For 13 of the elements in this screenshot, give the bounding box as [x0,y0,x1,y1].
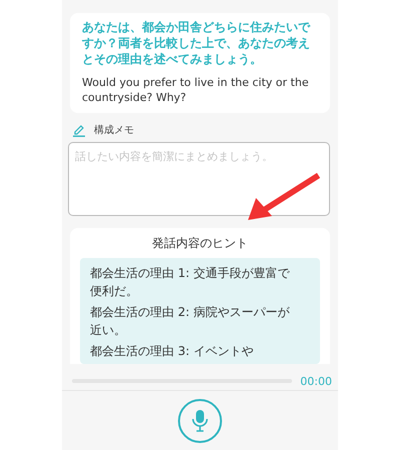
hint-item: 都会生活の理由 2: 病院やスーパーが近い。 [90,304,290,339]
memo-label: 構成メモ [94,124,134,137]
question-japanese: あなたは、都会か田舎どちらに住みたいですか？両者を比較した上で、あなたの考えとその理由を述べてみましょう。 [82,19,312,67]
hint-item: 都会生活の理由 1: 交通手段が豊富で便利だ。 [90,265,291,300]
pointer-arrow [248,174,319,220]
hint-title: 発話内容のヒント [151,235,249,252]
hint-item: 都会生活の理由 3: イベントや [90,343,254,360]
pencil-icon [72,123,86,137]
elapsed-time: 00:00 [300,374,332,388]
question-english: Would you prefer to live in the city or the countryside? Why? [82,75,310,105]
microphone-icon [192,410,208,432]
memo-field[interactable]: 話したい内容を簡潔にまとめましょう。 [68,142,330,216]
microphone-button[interactable] [178,399,222,443]
